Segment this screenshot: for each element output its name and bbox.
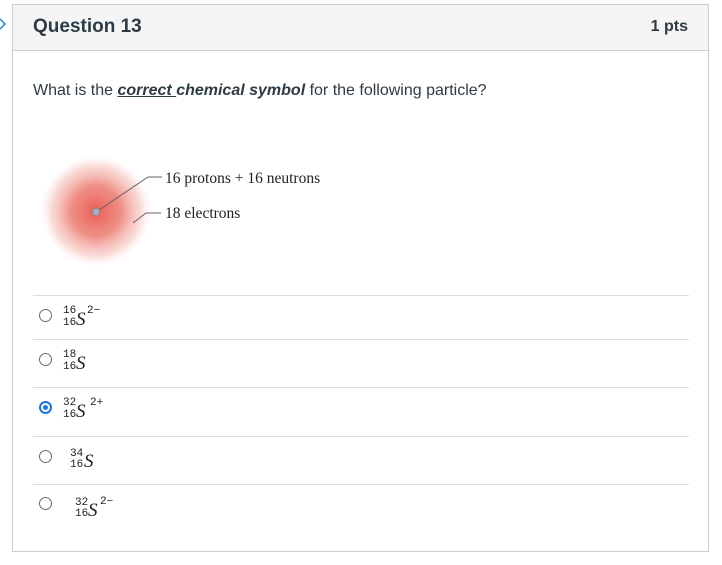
question-header: Question 13 1 pts [13, 5, 708, 51]
answer-list: 16 16 S 2− 18 16 S 32 16 S 2+ 34 16 S 32… [33, 295, 689, 533]
atomic-number: 16 [70, 459, 84, 471]
question-prompt: What is the correct chemical symbol for … [33, 82, 487, 100]
element-symbol: S [76, 353, 86, 374]
answer-nuclide[interactable]: 18 16 S [63, 348, 143, 378]
answer-radio[interactable] [39, 450, 52, 463]
prompt-text-start: What is the [33, 82, 118, 99]
atomic-number: 16 [75, 508, 89, 520]
atom-figure: 16 protons + 16 neutrons 18 electrons [38, 153, 358, 273]
answer-nuclide[interactable]: 32 16 S 2+ [63, 396, 143, 426]
answer-radio[interactable] [39, 497, 52, 510]
answer-radio-selected[interactable] [39, 401, 52, 414]
element-symbol: S [88, 500, 98, 521]
answer-nuclide[interactable]: 34 16 S [70, 445, 150, 475]
prompt-text-end: for the following particle? [305, 82, 487, 99]
answer-nuclide[interactable]: 32 16 S 2− [75, 495, 155, 525]
mass-number: 16 [63, 305, 77, 317]
nucleus-dot [92, 208, 100, 216]
ion-charge: 2− [87, 305, 101, 317]
atomic-number: 16 [63, 317, 77, 329]
question-card: Question 13 1 pts What is the correct ch… [12, 4, 709, 552]
atomic-number: 16 [63, 361, 77, 373]
element-symbol: S [76, 401, 86, 422]
element-symbol: S [84, 451, 94, 472]
ion-charge: 2− [100, 496, 114, 508]
question-points: 1 pts [650, 18, 688, 35]
prompt-emphasis: correct chemical symbol [117, 82, 305, 99]
element-symbol: S [76, 309, 86, 330]
answer-option[interactable]: 32 16 S 2+ [33, 387, 689, 436]
question-title: Question 13 [33, 16, 142, 37]
mass-number: 32 [63, 397, 77, 409]
answer-option[interactable]: 34 16 S [33, 436, 689, 484]
prompt-emphasis-text: chemical symbol [176, 82, 306, 99]
mass-number: 18 [63, 349, 77, 361]
answer-radio[interactable] [39, 353, 52, 366]
answer-option[interactable]: 16 16 S 2− [33, 295, 689, 339]
collapse-arrow-icon[interactable] [0, 16, 8, 32]
answer-option[interactable]: 32 16 S 2− [33, 484, 689, 533]
nucleus-label: 16 protons + 16 neutrons [165, 170, 321, 187]
answer-option[interactable]: 18 16 S [33, 339, 689, 387]
ion-charge: 2+ [90, 397, 104, 409]
answer-radio[interactable] [39, 309, 52, 322]
atomic-number: 16 [63, 409, 77, 421]
electrons-label: 18 electrons [165, 205, 241, 222]
prompt-underlined-word: correct [117, 82, 177, 99]
answer-nuclide[interactable]: 16 16 S 2− [63, 304, 143, 334]
